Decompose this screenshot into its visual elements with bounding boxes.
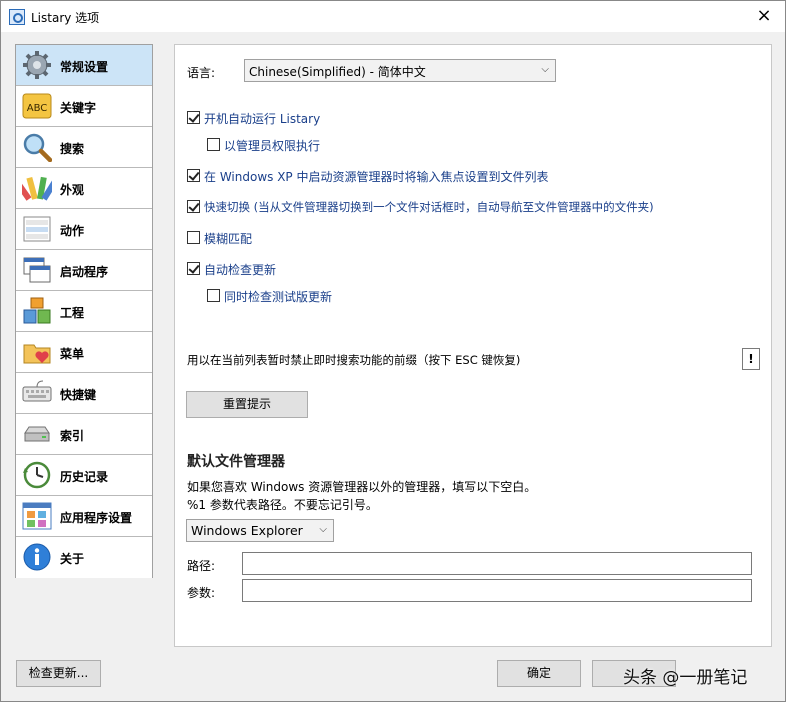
language-label: 语言:	[187, 66, 216, 80]
boxes-icon	[23, 297, 51, 324]
sidebar-item-label: 搜索	[60, 142, 85, 156]
title-bar: Listary 选项 ×	[1, 1, 785, 32]
sidebar-item-label: 工程	[60, 306, 85, 320]
chevron-down-icon: ⌵	[541, 64, 549, 75]
sidebar-item-index[interactable]: 索引	[16, 414, 152, 455]
windows-icon	[23, 257, 51, 283]
path-label: 路径:	[187, 559, 216, 573]
check-updates-button[interactable]: 检查更新...	[16, 660, 101, 687]
file-manager-desc-line2: %1 参数代表路径。不要忘记引号。	[187, 498, 378, 512]
watermark-text: 头条 @一册笔记	[623, 668, 748, 688]
svg-text:ABC: ABC	[27, 103, 48, 114]
sidebar-item-label: 历史记录	[60, 470, 109, 484]
option-xp-focus-label: 在 Windows XP 中启动资源管理器时将输入焦点设置到文件列表	[204, 170, 549, 184]
sidebar-item-search[interactable]: 搜索	[16, 127, 152, 168]
option-autostart-label: 开机自动运行 Listary	[204, 112, 321, 126]
path-input[interactable]	[242, 552, 752, 575]
sidebar-item-label: 启动程序	[60, 265, 109, 279]
sidebar-item-general[interactable]: 常规设置	[16, 45, 152, 86]
sidebar-item-label: 索引	[60, 429, 85, 443]
checkbox-run-as-admin[interactable]	[207, 138, 220, 151]
prefix-input[interactable]: !	[742, 348, 760, 370]
sidebar-item-label: 菜单	[60, 347, 85, 361]
sidebar-item-label: 常规设置	[60, 60, 109, 74]
sidebar-item-hotkeys[interactable]: 快捷键	[16, 373, 152, 414]
option-run-as-admin-label: 以管理员权限执行	[224, 139, 321, 153]
sidebar-item-history[interactable]: 历史记录	[16, 455, 152, 496]
sidebar-item-projects[interactable]: 工程	[16, 291, 152, 332]
sidebar-item-about[interactable]: 关于	[16, 537, 152, 578]
checkbox-fuzzy-match[interactable]	[187, 231, 200, 244]
listary-app-icon	[9, 9, 25, 25]
language-select[interactable]: Chinese(Simplified) - 简体中文 ⌵	[244, 59, 556, 82]
sidebar-item-label: 快捷键	[60, 388, 97, 402]
params-input[interactable]	[242, 579, 752, 602]
gear-icon	[23, 51, 51, 79]
sidebar-item-appearance[interactable]: 外观	[16, 168, 152, 209]
sidebar-item-keywords[interactable]: ABC 关键字	[16, 86, 152, 127]
sidebar-item-launcher[interactable]: 启动程序	[16, 250, 152, 291]
checkbox-autostart[interactable]	[187, 111, 200, 124]
reset-hints-button[interactable]: 重置提示	[186, 391, 308, 418]
file-manager-heading: 默认文件管理器	[187, 454, 285, 470]
app-grid-icon	[22, 502, 52, 530]
checkbox-xp-focus[interactable]	[187, 169, 200, 182]
option-quick-switch-label: 快速切换 (当从文件管理器切换到一个文件对话框时，自动导航至文件管理器中的文件夹…	[204, 200, 654, 214]
sidebar-item-label: 关于	[60, 552, 85, 566]
sidebar-item-label: 外观	[60, 183, 85, 197]
checkbox-quick-switch[interactable]	[187, 200, 200, 213]
sidebar-item-label: 关键字	[60, 101, 97, 115]
file-manager-desc-line1: 如果您喜欢 Windows 资源管理器以外的管理器，填写以下空白。	[187, 480, 537, 494]
checkbox-beta-update[interactable]	[207, 289, 220, 302]
file-manager-select-value: Windows Explorer	[191, 523, 303, 538]
menu-list-icon	[23, 216, 51, 242]
params-label: 参数:	[187, 586, 216, 600]
checkbox-auto-update[interactable]	[187, 262, 200, 275]
abc-icon: ABC	[22, 93, 52, 119]
sidebar-item-label: 动作	[60, 224, 85, 238]
close-button[interactable]: ×	[743, 1, 785, 32]
prefix-label: 用以在当前列表暂时禁止即时搜索功能的前缀（按下 ESC 键恢复)	[187, 353, 521, 367]
keyboard-icon	[22, 380, 52, 402]
folder-heart-icon	[23, 344, 51, 364]
drive-icon	[24, 426, 50, 442]
sidebar-item-label: 应用程序设置	[60, 511, 133, 525]
general-settings-panel: 语言: Chinese(Simplified) - 简体中文 ⌵ 开机自动运行 …	[174, 44, 772, 647]
ok-button[interactable]: 确定	[497, 660, 581, 687]
window-title: Listary 选项	[31, 11, 100, 25]
option-fuzzy-match-label: 模糊匹配	[204, 232, 253, 246]
sidebar-item-actions[interactable]: 动作	[16, 209, 152, 250]
option-beta-update-label: 同时检查测试版更新	[224, 290, 333, 304]
magnifier-icon	[23, 133, 52, 162]
sidebar-item-menu[interactable]: 菜单	[16, 332, 152, 373]
clock-icon	[23, 461, 51, 489]
options-window: Listary 选项 × 常规设置 ABC 关键字 搜索 外观 动作 启动程序 …	[0, 0, 786, 702]
file-manager-select[interactable]: Windows Explorer ⌵	[186, 519, 334, 542]
sidebar-item-app-settings[interactable]: 应用程序设置	[16, 496, 152, 537]
info-icon	[23, 543, 51, 571]
chevron-down-icon: ⌵	[319, 524, 327, 535]
option-auto-update-label: 自动检查更新	[204, 263, 277, 277]
settings-sidebar: 常规设置 ABC 关键字 搜索 外观 动作 启动程序 工程 菜单 快捷键 索引 …	[15, 44, 153, 578]
palette-icon	[22, 176, 52, 201]
language-select-value: Chinese(Simplified) - 简体中文	[249, 65, 426, 79]
